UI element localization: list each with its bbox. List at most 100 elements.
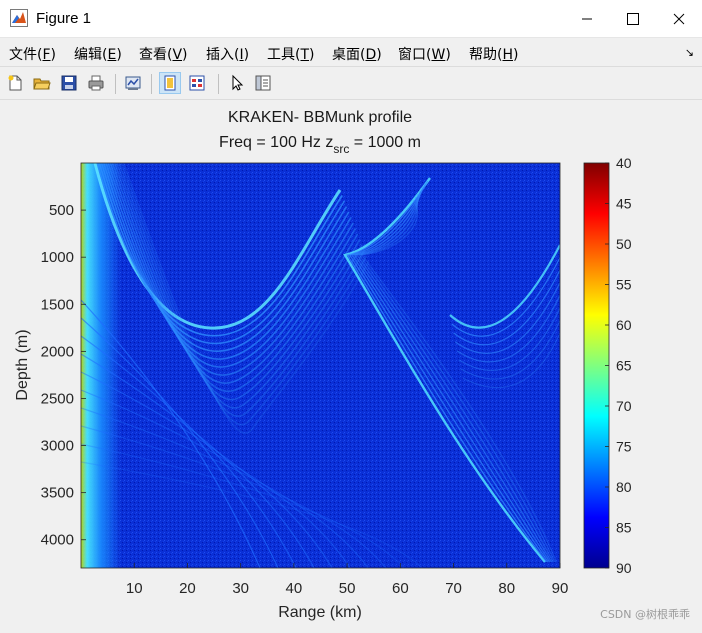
maximize-icon [627, 13, 639, 25]
x-tick-label: 10 [126, 580, 143, 597]
toolbar-separator [218, 74, 219, 94]
edit-plot-button[interactable] [226, 72, 248, 94]
menu-edit-suffix: ) [116, 47, 122, 63]
menu-window-key: W [431, 47, 446, 63]
y-tick-label: 2000 [41, 343, 74, 360]
y-tick-label: 500 [49, 202, 74, 219]
chart-subtitle: Freq = 100 Hz zsrc = 1000 m [219, 134, 421, 156]
new-figure-icon [8, 75, 22, 91]
menu-tools[interactable]: 工具(T) [267, 44, 315, 64]
y-tick-label: 1000 [41, 249, 74, 266]
colorbar-tick-label: 50 [616, 236, 632, 252]
link-plot-button[interactable] [122, 72, 144, 94]
x-axis-label: Range (km) [278, 604, 362, 621]
menu-tools-suffix: ) [309, 47, 315, 63]
figure-toolbar [0, 66, 702, 100]
menu-desktop-label: 桌面( [332, 47, 366, 63]
window-title: Figure 1 [36, 10, 92, 27]
x-tick-label: 60 [392, 580, 409, 597]
menu-edit[interactable]: 编辑(E) [74, 44, 122, 64]
y-tick-label: 2500 [41, 390, 74, 407]
menu-bar: 文件(F) 编辑(E) 查看(V) 插入(I) 工具(T) 桌面(D) 窗口(W… [0, 38, 702, 66]
link-plot-icon [125, 76, 141, 90]
x-tick-label: 80 [498, 580, 515, 597]
colorbar-tick-label: 45 [616, 196, 632, 212]
menu-file-label: 文件( [9, 47, 43, 63]
open-file-icon [33, 78, 51, 90]
chart-subtitle-prefix: Freq = 100 Hz z [219, 134, 333, 151]
y-axis: 500 1000 1500 2000 2500 3000 3500 4000 [41, 202, 86, 549]
menu-insert-label: 插入( [206, 47, 240, 63]
colorbar-tick-label: 75 [616, 439, 632, 455]
x-tick-label: 20 [179, 580, 196, 597]
open-file-button[interactable] [31, 72, 53, 94]
colorbar-tick-label: 90 [616, 560, 632, 576]
colorbar-tick-label: 55 [616, 277, 632, 293]
print-button[interactable] [85, 72, 107, 94]
menu-view[interactable]: 查看(V) [139, 44, 188, 64]
colorbar-tick-label: 65 [616, 358, 632, 374]
property-inspector-button[interactable] [252, 72, 274, 94]
colorbar-tick-label: 85 [616, 520, 632, 536]
colorbar-tick-label: 40 [616, 155, 632, 171]
menu-edit-key: E [107, 47, 117, 63]
menu-window-label: 窗口( [398, 47, 432, 63]
menu-tools-label: 工具( [267, 47, 301, 63]
menu-desktop[interactable]: 桌面(D) [332, 44, 382, 64]
menu-help-label: 帮助( [469, 47, 503, 63]
y-axis-label: Depth (m) [14, 329, 31, 400]
toolbar-separator [115, 74, 116, 94]
kraken-heatmap-chart: KRAKEN- BBMunk profile Freq = 100 Hz zsr… [14, 109, 632, 621]
x-tick-label: 40 [286, 580, 303, 597]
save-icon [61, 75, 77, 91]
x-tick-label: 70 [445, 580, 462, 597]
minimize-button[interactable] [564, 0, 610, 38]
show-plot-tools-icon [189, 75, 205, 91]
minimize-icon [582, 18, 592, 20]
menu-overflow-icon[interactable]: ↘ [685, 46, 694, 59]
menu-window[interactable]: 窗口(W) [398, 44, 451, 64]
y-tick-label: 4000 [41, 532, 74, 549]
menu-desktop-suffix: ) [376, 47, 382, 63]
property-inspector-icon [255, 75, 271, 91]
menu-insert[interactable]: 插入(I) [206, 44, 249, 64]
x-tick-label: 90 [552, 580, 569, 597]
menu-help[interactable]: 帮助(H) [469, 44, 518, 64]
y-tick-label: 1500 [41, 296, 74, 313]
title-bar: Figure 1 [0, 0, 702, 38]
menu-help-suffix: ) [513, 47, 519, 63]
close-icon [673, 13, 685, 25]
chart-subtitle-suffix: = 1000 m [349, 134, 421, 151]
edit-plot-pointer-icon [232, 74, 244, 91]
toolbar-separator [151, 74, 152, 94]
figure-canvas: KRAKEN- BBMunk profile Freq = 100 Hz zsr… [0, 100, 702, 628]
menu-file-suffix: ) [50, 47, 56, 63]
chart-title: KRAKEN- BBMunk profile [228, 109, 412, 126]
show-plot-tools-button[interactable] [186, 72, 208, 94]
menu-view-key: V [172, 47, 183, 63]
save-button[interactable] [58, 72, 80, 94]
print-icon [88, 75, 104, 91]
menu-view-suffix: ) [182, 47, 188, 63]
menu-file[interactable]: 文件(F) [9, 44, 56, 64]
menu-window-suffix: ) [445, 47, 451, 63]
y-tick-label: 3500 [41, 485, 74, 502]
hide-plot-tools-button[interactable] [159, 72, 181, 94]
menu-edit-label: 编辑( [74, 47, 108, 63]
menu-desktop-key: D [365, 47, 377, 63]
menu-insert-suffix: ) [243, 47, 250, 63]
menu-view-label: 查看( [139, 47, 173, 63]
menu-tools-key: T [300, 47, 310, 63]
new-figure-button[interactable] [4, 72, 26, 94]
colorbar-tick-label: 60 [616, 317, 632, 333]
maximize-button[interactable] [610, 0, 656, 38]
x-tick-label: 30 [232, 580, 249, 597]
colorbar-tick-label: 80 [616, 479, 632, 495]
y-tick-label: 3000 [41, 438, 74, 455]
matlab-figure-icon [10, 9, 28, 27]
chart-subtitle-subscript: src [333, 142, 349, 156]
x-tick-label: 50 [339, 580, 356, 597]
menu-file-key: F [42, 47, 51, 63]
close-button[interactable] [656, 0, 702, 38]
colorbar-tick-label: 70 [616, 398, 632, 414]
